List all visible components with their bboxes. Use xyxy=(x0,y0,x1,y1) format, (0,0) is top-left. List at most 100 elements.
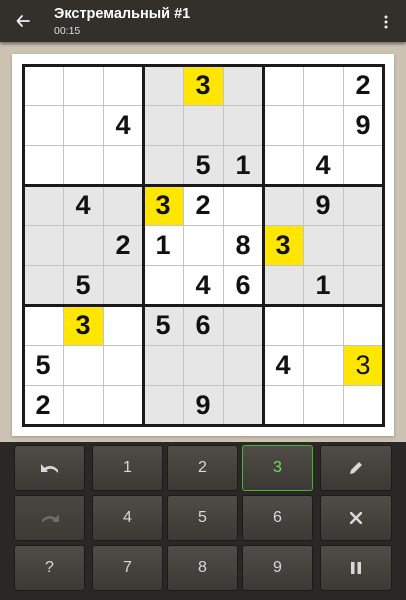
board-cell[interactable] xyxy=(303,345,343,385)
board-cell[interactable] xyxy=(103,265,143,305)
board-cell[interactable] xyxy=(23,265,63,305)
board-cell[interactable]: 2 xyxy=(343,65,383,105)
board-cell[interactable] xyxy=(23,65,63,105)
digit-key-5[interactable]: 5 xyxy=(167,495,238,541)
board-cell[interactable] xyxy=(303,65,343,105)
board-cell[interactable] xyxy=(303,385,343,425)
board-cell[interactable]: 2 xyxy=(103,225,143,265)
board-cell[interactable] xyxy=(343,145,383,185)
board-cell[interactable]: 3 xyxy=(343,345,383,385)
board-cell[interactable] xyxy=(63,105,103,145)
board-cell[interactable]: 4 xyxy=(103,105,143,145)
board-cell[interactable] xyxy=(143,145,183,185)
digit-key-2[interactable]: 2 xyxy=(167,445,238,491)
digit-key-4[interactable]: 4 xyxy=(92,495,163,541)
pencil-button[interactable] xyxy=(320,445,392,491)
digit-key-9[interactable]: 9 xyxy=(242,545,313,591)
board-cell[interactable] xyxy=(103,345,143,385)
board-cell[interactable] xyxy=(223,65,263,105)
board-cell[interactable] xyxy=(143,65,183,105)
board-cell[interactable]: 1 xyxy=(143,225,183,265)
digit-key-6[interactable]: 6 xyxy=(242,495,313,541)
board-cell[interactable] xyxy=(103,385,143,425)
board-cell[interactable] xyxy=(103,185,143,225)
board-cell[interactable]: 8 xyxy=(223,225,263,265)
redo-button[interactable] xyxy=(14,495,85,541)
more-menu-button[interactable] xyxy=(376,10,396,34)
board-cell[interactable] xyxy=(63,145,103,185)
board-cell[interactable] xyxy=(343,185,383,225)
board-cell[interactable] xyxy=(223,385,263,425)
board-cell[interactable]: 5 xyxy=(183,145,223,185)
board-cell[interactable] xyxy=(23,185,63,225)
digit-key-3[interactable]: 3 xyxy=(242,445,313,491)
digit-key-1[interactable]: 1 xyxy=(92,445,163,491)
board-cell[interactable] xyxy=(303,305,343,345)
board-cell[interactable] xyxy=(223,105,263,145)
board-cell[interactable] xyxy=(263,265,303,305)
board-cell[interactable]: 5 xyxy=(63,265,103,305)
board-cell[interactable] xyxy=(23,305,63,345)
board-cell[interactable] xyxy=(143,105,183,145)
board-cell[interactable] xyxy=(343,385,383,425)
board-cell[interactable] xyxy=(23,105,63,145)
board-cell[interactable] xyxy=(223,305,263,345)
board-cell[interactable] xyxy=(303,105,343,145)
board-cell[interactable]: 1 xyxy=(303,265,343,305)
board-cell[interactable]: 9 xyxy=(183,385,223,425)
digit-key-8[interactable]: 8 xyxy=(167,545,238,591)
pause-button[interactable] xyxy=(320,545,392,591)
board-cell[interactable]: 5 xyxy=(23,345,63,385)
board-cell[interactable] xyxy=(63,225,103,265)
board-cell[interactable]: 9 xyxy=(303,185,343,225)
board-cell[interactable]: 5 xyxy=(143,305,183,345)
board-cell[interactable] xyxy=(103,65,143,105)
board-cell[interactable] xyxy=(303,225,343,265)
board-cell[interactable] xyxy=(183,225,223,265)
board-cell[interactable] xyxy=(143,385,183,425)
board-cell[interactable] xyxy=(263,65,303,105)
board-cell[interactable]: 6 xyxy=(223,265,263,305)
undo-button[interactable] xyxy=(14,445,85,491)
board-cell[interactable] xyxy=(343,305,383,345)
erase-button[interactable] xyxy=(320,495,392,541)
board-cell[interactable]: 2 xyxy=(183,185,223,225)
grid-line xyxy=(23,345,383,346)
board-cell[interactable] xyxy=(263,185,303,225)
digit-label: 1 xyxy=(123,459,132,476)
board-cell[interactable] xyxy=(183,345,223,385)
board-cell[interactable]: 3 xyxy=(143,185,183,225)
board-cell[interactable] xyxy=(183,105,223,145)
board-cell[interactable] xyxy=(263,105,303,145)
board-cell[interactable]: 4 xyxy=(263,345,303,385)
board-cell[interactable] xyxy=(23,225,63,265)
board-cell[interactable]: 4 xyxy=(183,265,223,305)
board-cell[interactable]: 3 xyxy=(263,225,303,265)
board-cell[interactable]: 4 xyxy=(63,185,103,225)
board-cell[interactable] xyxy=(143,345,183,385)
board-cell[interactable] xyxy=(263,305,303,345)
board-cell[interactable] xyxy=(263,385,303,425)
digit-key-7[interactable]: 7 xyxy=(92,545,163,591)
board-cell[interactable]: 3 xyxy=(183,65,223,105)
board-cell[interactable] xyxy=(23,145,63,185)
board-cell[interactable] xyxy=(343,225,383,265)
back-button[interactable] xyxy=(10,8,36,34)
board-cell[interactable] xyxy=(63,345,103,385)
board-cell[interactable] xyxy=(103,145,143,185)
board-cell[interactable] xyxy=(223,345,263,385)
board-cell[interactable] xyxy=(103,305,143,345)
board-cell[interactable]: 1 xyxy=(223,145,263,185)
board-cell[interactable] xyxy=(63,65,103,105)
hint-button[interactable]: ? xyxy=(14,545,85,591)
board-cell[interactable] xyxy=(63,385,103,425)
board-cell[interactable] xyxy=(263,145,303,185)
board-cell[interactable]: 6 xyxy=(183,305,223,345)
board-cell[interactable]: 4 xyxy=(303,145,343,185)
board-cell[interactable] xyxy=(223,185,263,225)
board-cell[interactable]: 2 xyxy=(23,385,63,425)
board-cell[interactable] xyxy=(143,265,183,305)
board-cell[interactable] xyxy=(343,265,383,305)
board-cell[interactable]: 9 xyxy=(343,105,383,145)
board-cell[interactable]: 3 xyxy=(63,305,103,345)
